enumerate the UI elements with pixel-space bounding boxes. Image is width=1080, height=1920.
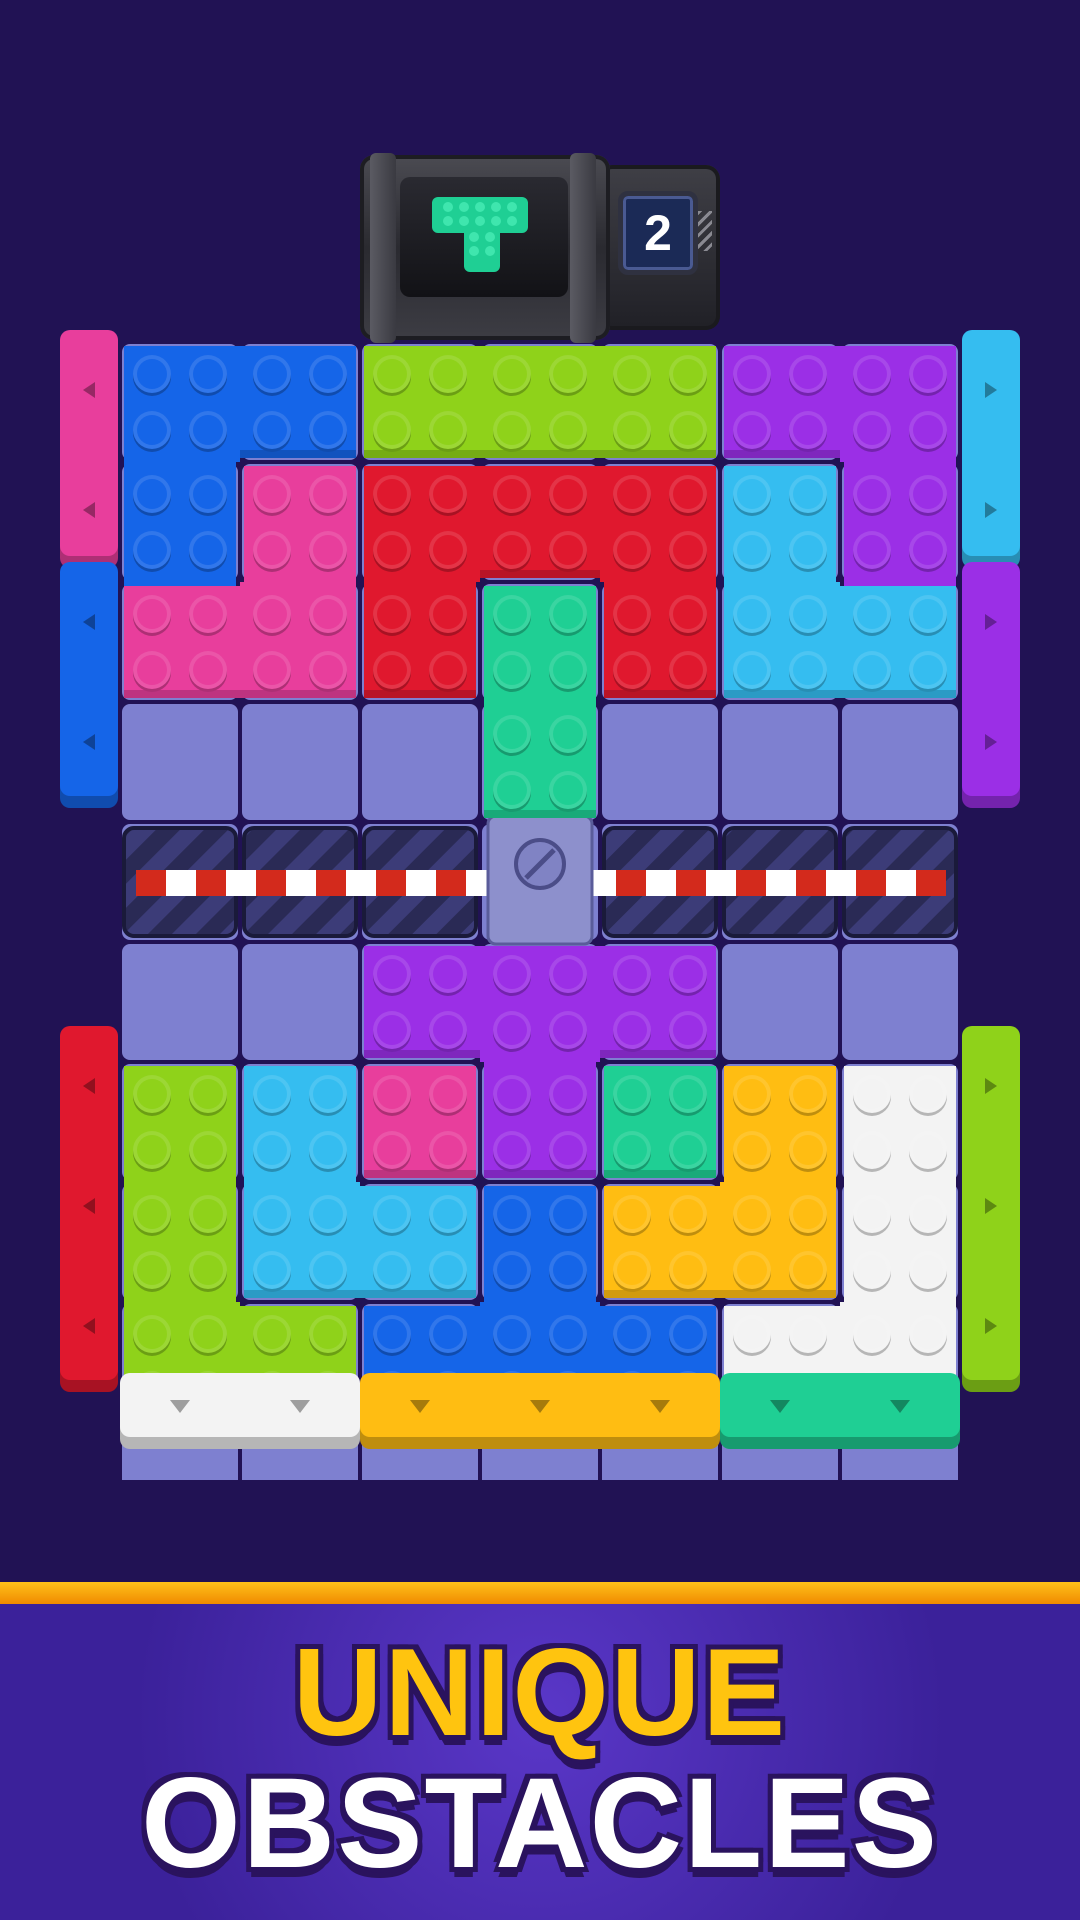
barrier-stripe <box>736 870 766 896</box>
banner-top-strip <box>0 1582 1080 1604</box>
board-cell <box>242 944 358 1060</box>
board-cell <box>362 704 478 820</box>
exit-gate-yellow <box>360 1373 720 1449</box>
puzzle-board[interactable] <box>0 0 1080 1480</box>
board-cell <box>602 704 718 820</box>
teal-lego-block <box>604 1066 716 1178</box>
pink-lego-block <box>364 1066 476 1178</box>
barrier-stripe <box>616 870 646 896</box>
board-cell <box>722 944 838 1060</box>
barrier-stripe <box>676 870 706 896</box>
barrier-obstacle <box>122 814 958 946</box>
barrier-stripe <box>136 870 166 896</box>
board-cell <box>842 704 958 820</box>
barrier-stripe <box>376 870 406 896</box>
exit-gate-lime <box>962 1026 1020 1392</box>
barrier-stripe <box>796 870 826 896</box>
barrier-stripe <box>196 870 226 896</box>
barrier-stripe <box>856 870 886 896</box>
barrier-stripe <box>316 870 346 896</box>
lime-lego-block <box>364 346 716 458</box>
barrier-stripe <box>436 870 466 896</box>
exit-gate-cyan <box>962 330 1020 568</box>
board-cell <box>122 704 238 820</box>
board-cell <box>842 944 958 1060</box>
barrier-stripe <box>916 870 946 896</box>
exit-gate-pink <box>60 330 118 568</box>
banner-title-line1: UNIQUE <box>292 1624 788 1762</box>
board-cell <box>722 704 838 820</box>
exit-gate-teal <box>720 1373 960 1449</box>
exit-gate-blue <box>60 562 118 808</box>
exit-gate-white <box>120 1373 360 1449</box>
barrier-stripe <box>256 870 286 896</box>
game-screen: 2 UNIQUE OBSTACLES <box>0 0 1080 1920</box>
board-cell <box>122 944 238 1060</box>
exit-gate-purple <box>962 562 1020 808</box>
teal-lego-block <box>484 586 596 818</box>
banner-title-line2: OBSTACLES <box>141 1752 939 1895</box>
board-cell <box>242 704 358 820</box>
exit-gate-red <box>60 1026 118 1392</box>
